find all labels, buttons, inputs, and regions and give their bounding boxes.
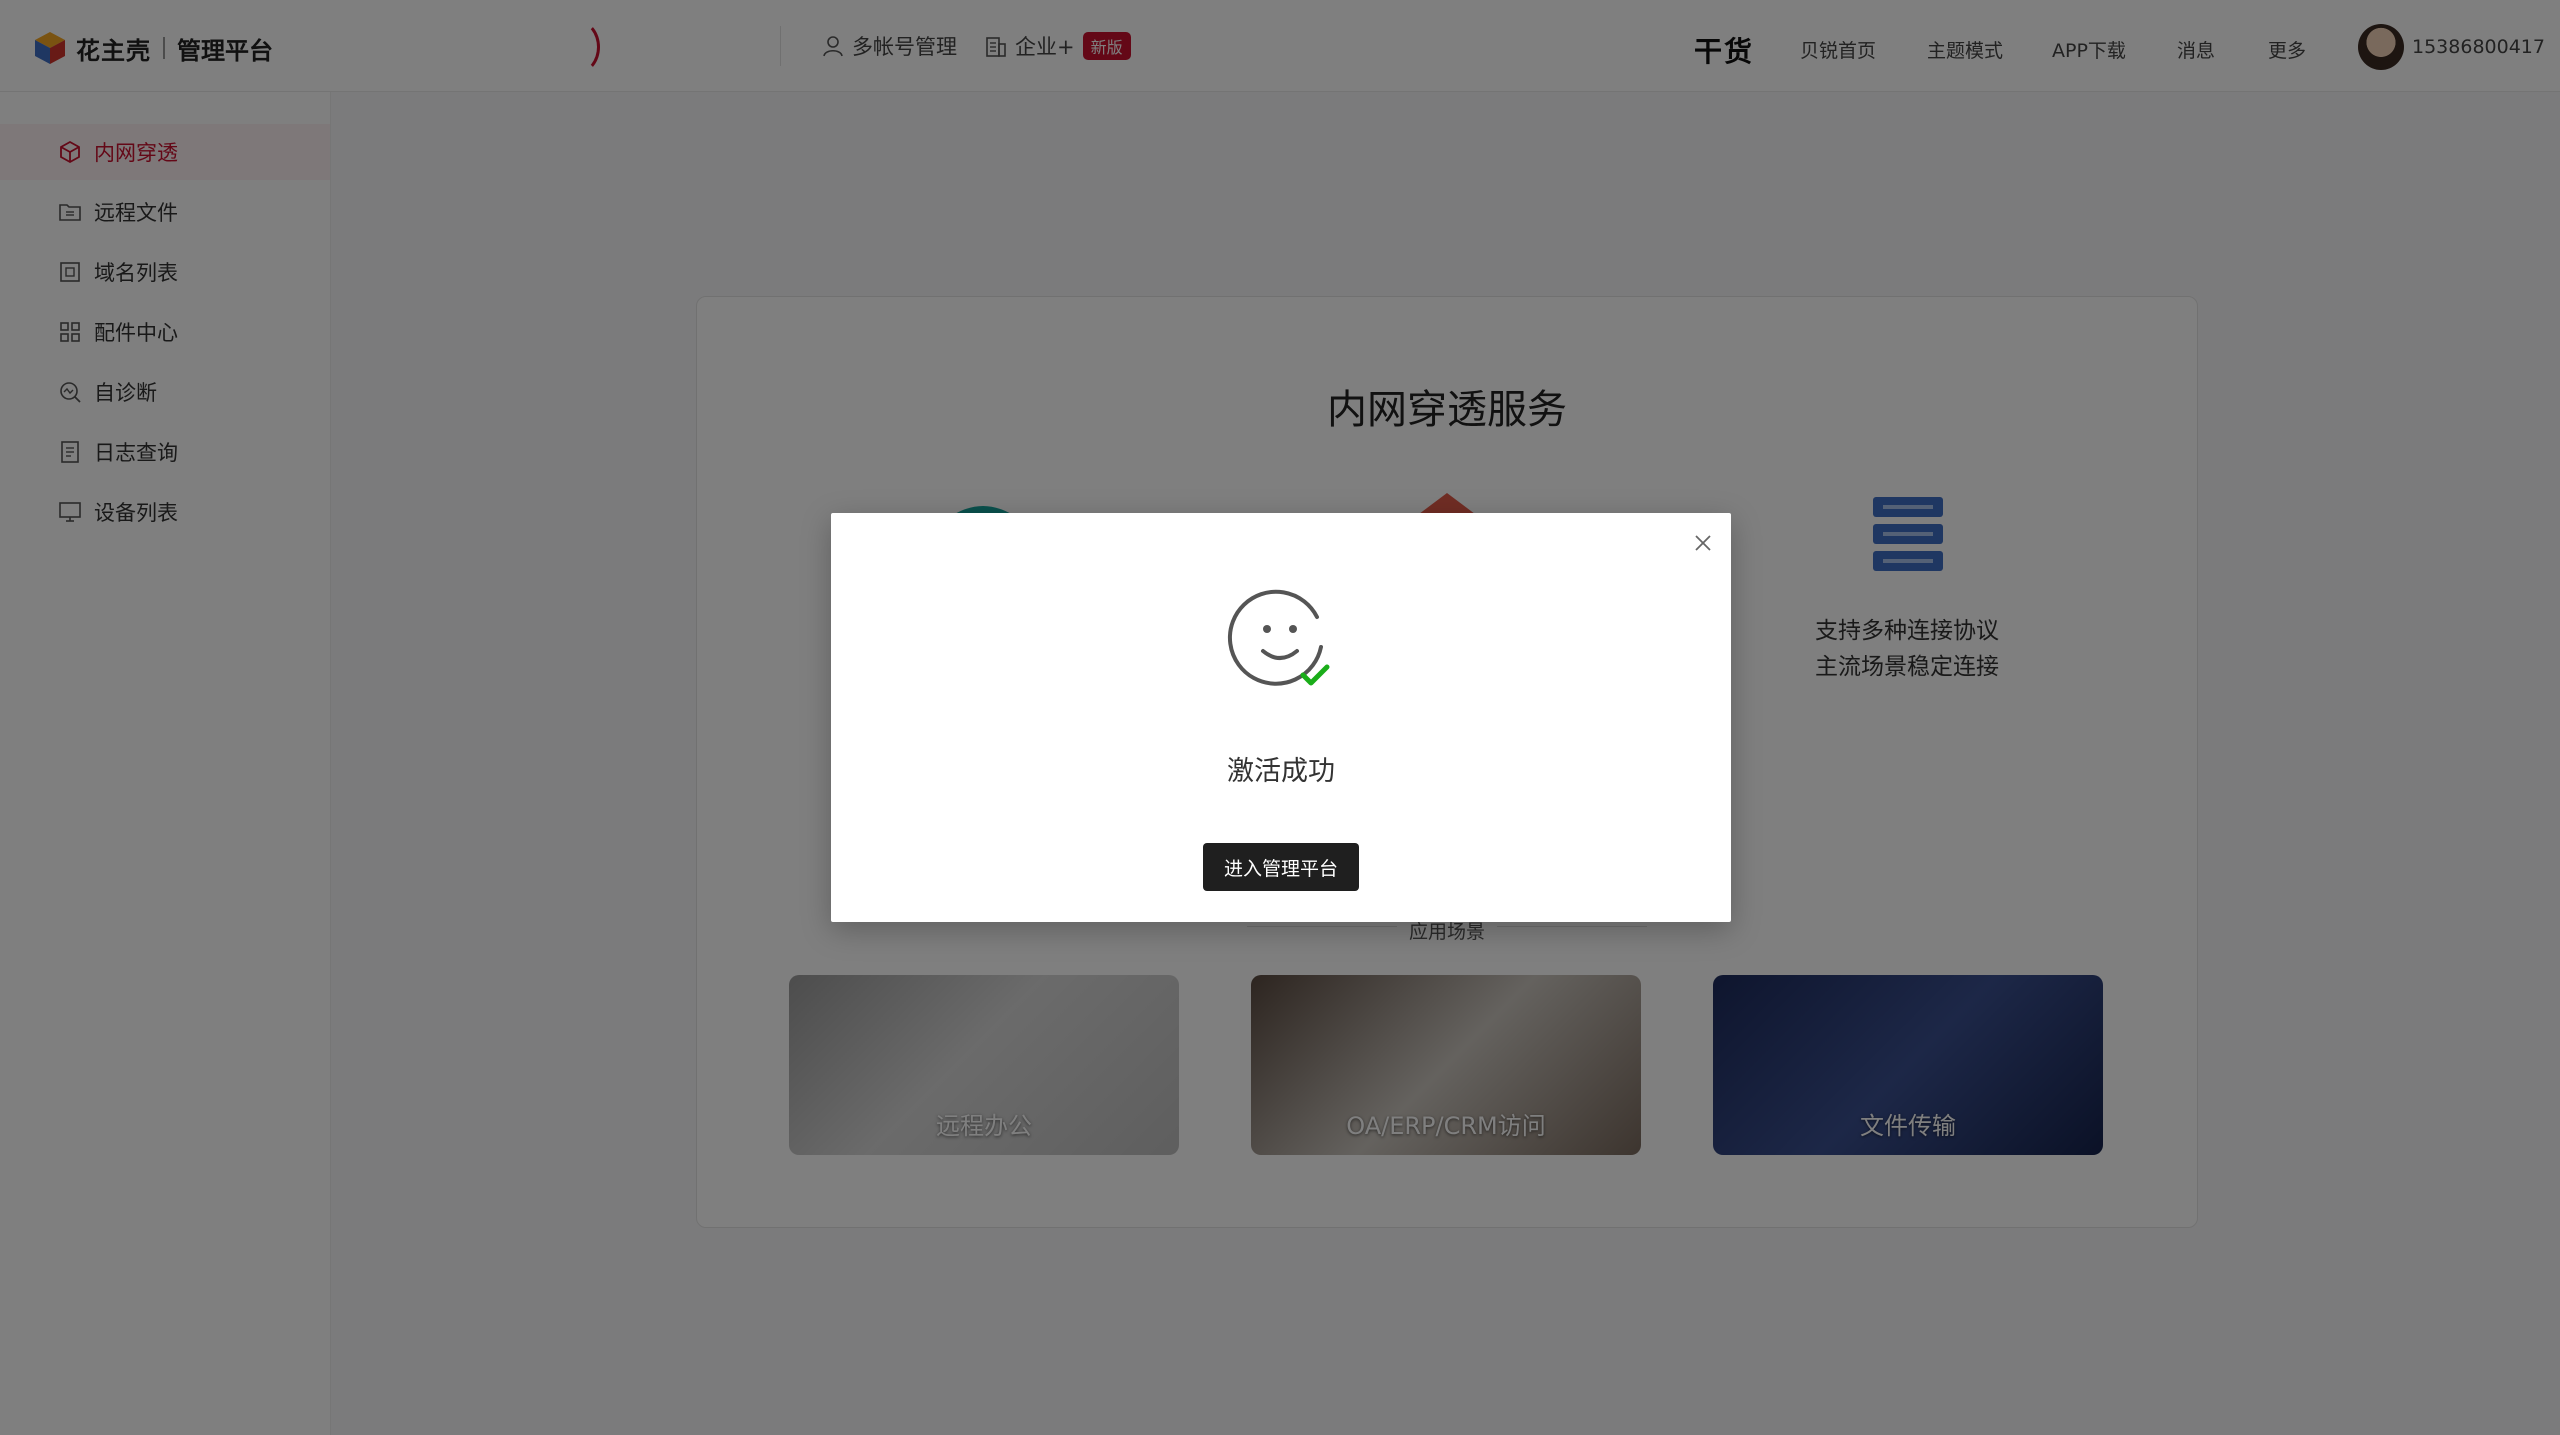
enter-platform-button[interactable]: 进入管理平台 <box>1203 843 1359 891</box>
close-icon[interactable] <box>1691 531 1715 555</box>
success-message: 激活成功 <box>1227 756 1335 787</box>
smiley-success-icon <box>1227 589 1330 686</box>
activation-success-dialog: 激活成功 进入管理平台 <box>831 513 1731 922</box>
